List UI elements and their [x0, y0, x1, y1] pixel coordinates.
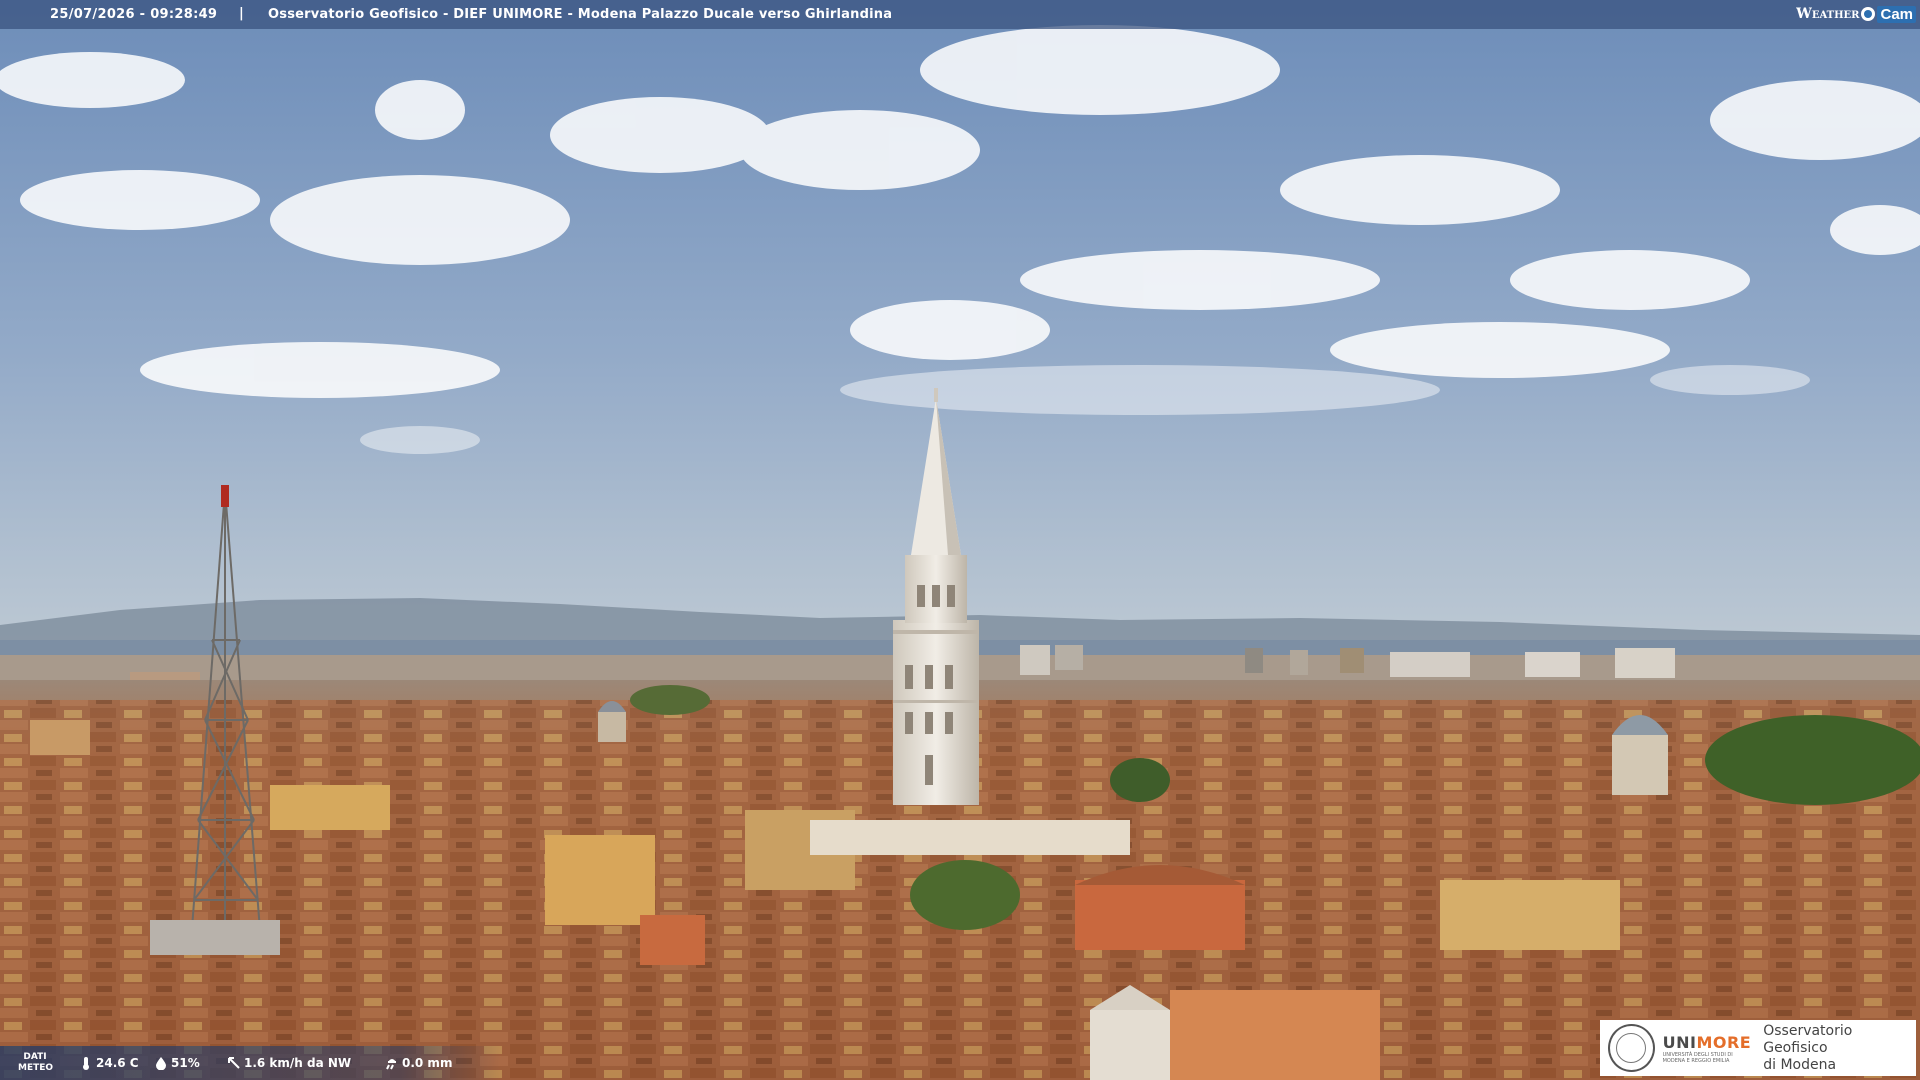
camera-lens-icon — [1861, 7, 1876, 21]
observatory-name-line1: Osservatorio Geofisico — [1763, 1022, 1853, 1056]
wind-value: 1.6 km/h da NW — [244, 1056, 352, 1070]
webcam-image — [0, 0, 1920, 1080]
weather-data-label-line1: DATI — [23, 1052, 47, 1062]
unimore-uni: UNI — [1662, 1032, 1697, 1052]
weather-data-bar: DATI METEO 24.6 C 51% 1.6 km/h da NW 0.0… — [0, 1046, 500, 1080]
temperature-reading: 24.6 C — [80, 1056, 139, 1070]
rain-reading: 0.0 mm — [386, 1056, 452, 1070]
separator: | — [239, 6, 244, 21]
weathercam-logo-cam: Cam — [1877, 5, 1916, 23]
weather-data-label: DATI METEO — [18, 1052, 54, 1074]
rain-value: 0.0 mm — [402, 1056, 453, 1070]
thermometer-icon — [83, 1057, 89, 1070]
humidity-drop-icon — [156, 1057, 166, 1070]
rain-icon — [386, 1059, 396, 1070]
university-seal-icon — [1608, 1024, 1655, 1072]
humidity-reading: 51% — [155, 1056, 200, 1070]
timestamp: 25/07/2026 - 09:28:49 — [50, 7, 218, 22]
humidity-value: 51% — [171, 1056, 200, 1070]
wind-arrow-icon — [228, 1057, 240, 1069]
wind-reading: 1.6 km/h da NW — [228, 1056, 351, 1070]
unimore-wordmark: UNIMORE UNIVERSITÀ DEGLI STUDI DI MODENA… — [1663, 1033, 1752, 1064]
camera-title: Osservatorio Geofisico - DIEF UNIMORE - … — [268, 7, 893, 22]
unimore-logo: UNIMORE UNIVERSITÀ DEGLI STUDI DI MODENA… — [1600, 1020, 1916, 1076]
temperature-value: 24.6 C — [96, 1056, 139, 1070]
weather-data-label-line2: METEO — [18, 1063, 54, 1073]
weathercam-logo: Weather Cam — [1796, 2, 1916, 26]
unimore-subtitle-line2: MODENA E REGGIO EMILIA — [1662, 1057, 1730, 1064]
observatory-name-line2: di Modena — [1763, 1056, 1837, 1073]
weathercam-logo-weather: Weather — [1796, 6, 1860, 22]
observatory-name: Osservatorio Geofisico di Modena — [1763, 1023, 1916, 1074]
caption-bar: 25/07/2026 - 09:28:49 | Osservatorio Geo… — [0, 0, 1920, 29]
unimore-more: MORE — [1696, 1032, 1752, 1052]
